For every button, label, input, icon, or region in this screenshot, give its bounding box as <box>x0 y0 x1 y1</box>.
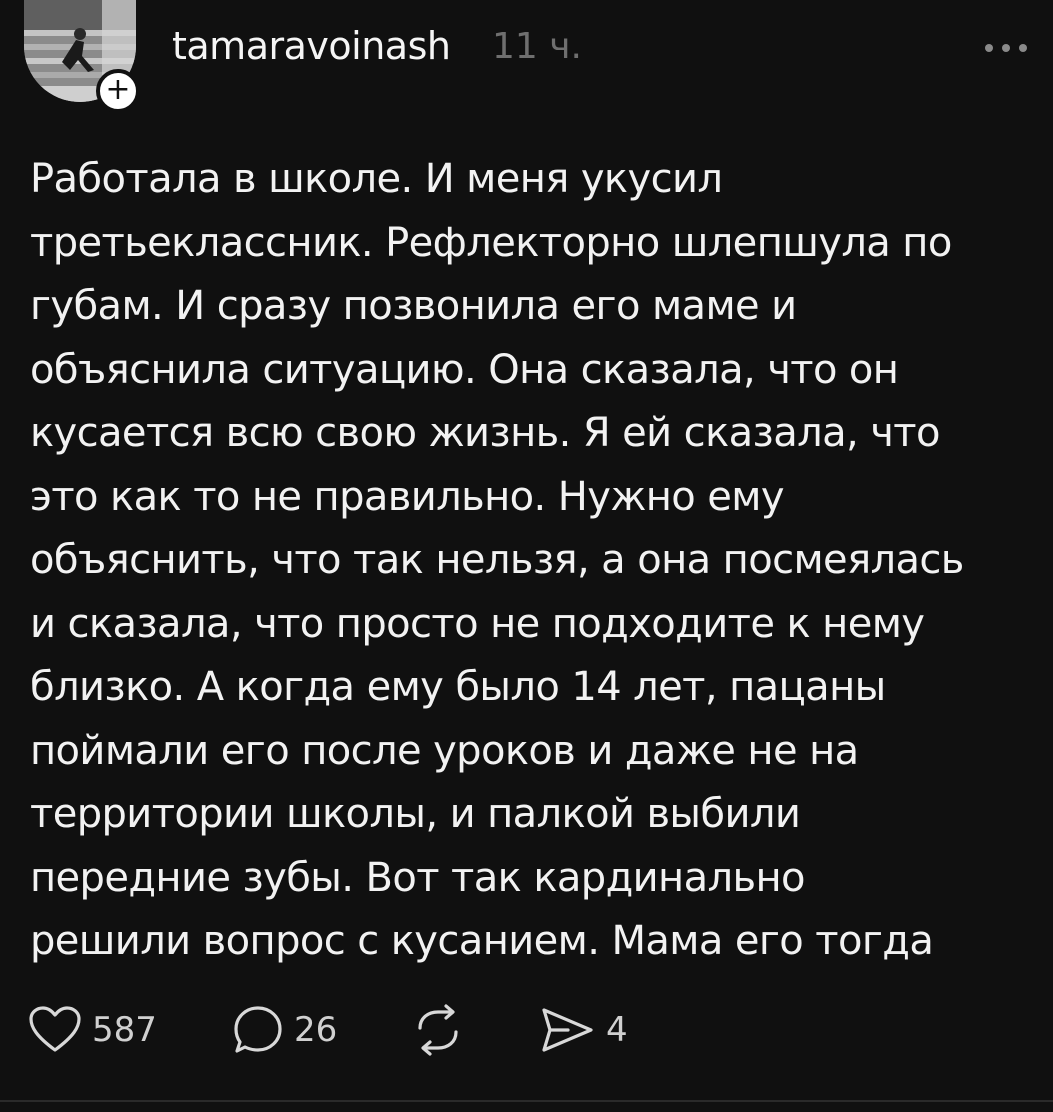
follow-button[interactable]: + <box>96 69 140 113</box>
post-text-line: передние зубы. Вот так кардинально <box>30 854 805 901</box>
post-text-line: объяснила ситуацию. Она сказала, что он <box>30 346 899 393</box>
post-text-line: губам. И сразу позвонила его маме и <box>30 283 797 329</box>
post-text-line: близко. А когда ему было 14 лет, пацаны <box>30 664 886 710</box>
comment-icon <box>234 1006 282 1053</box>
share-button[interactable]: 4 <box>538 1004 628 1056</box>
divider <box>0 1100 1053 1102</box>
post-text-line: и сказала, что просто не подходите к нем… <box>30 600 925 647</box>
post-text-line: объяснить, что так нельзя, а она посмеял… <box>30 537 964 583</box>
like-count: 587 <box>92 1010 157 1050</box>
post-card: + tamaravoinash 11 ч. Работала в школе. … <box>0 0 1053 1112</box>
share-count: 4 <box>606 1010 628 1050</box>
post-text-line: третьеклассник. Рефлекторно шлепшула по <box>30 219 952 266</box>
post-text-line: Работала в школе. И меня укусил <box>30 156 723 202</box>
heart-icon <box>29 1006 81 1052</box>
more-options-button[interactable] <box>980 30 1032 66</box>
post-text-line: поймали его после уроков и даже не на <box>30 727 859 774</box>
repost-icon <box>418 1004 458 1056</box>
post-text: Работала в школе. И меня укусил третьекл… <box>30 148 1020 974</box>
share-icon <box>542 1008 593 1052</box>
post-text-line: решили вопрос с кусанием. Мама его тогда <box>30 918 934 964</box>
post-text-line: кусается всю свою жизнь. Я ей сказала, ч… <box>30 410 940 456</box>
post-actions: 587 26 4 <box>28 1004 728 1056</box>
post-text-line: это как то не правильно. Нужно ему <box>30 473 785 520</box>
like-button[interactable]: 587 <box>28 1004 157 1056</box>
post-text-line: территории школы, и палкой выбили <box>30 791 801 837</box>
post-timestamp: 11 ч. <box>492 26 582 67</box>
repost-button[interactable] <box>410 1004 466 1056</box>
more-icon <box>985 44 1027 52</box>
comment-count: 26 <box>294 1010 338 1050</box>
comment-button[interactable]: 26 <box>232 1004 337 1056</box>
username-link[interactable]: tamaravoinash <box>172 24 451 68</box>
